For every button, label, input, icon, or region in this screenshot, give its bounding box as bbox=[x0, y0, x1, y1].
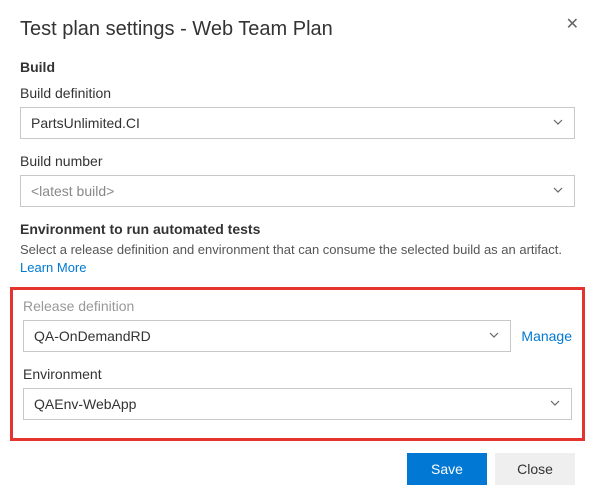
build-section-header: Build bbox=[20, 59, 575, 75]
environment-value: QAEnv-WebApp bbox=[34, 396, 136, 412]
dialog-title: Test plan settings - Web Team Plan bbox=[20, 18, 575, 41]
chevron-down-icon bbox=[552, 183, 564, 199]
build-number-value: <latest build> bbox=[31, 183, 114, 199]
environment-helper-text: Select a release definition and environm… bbox=[20, 241, 575, 277]
build-definition-value: PartsUnlimited.CI bbox=[31, 115, 140, 131]
build-number-dropdown[interactable]: <latest build> bbox=[20, 175, 575, 207]
environment-dropdown[interactable]: QAEnv-WebApp bbox=[23, 388, 572, 420]
chevron-down-icon bbox=[549, 396, 561, 412]
environment-field-label: Environment bbox=[23, 366, 572, 382]
build-number-label: Build number bbox=[20, 153, 575, 169]
dialog-button-row: Save Close bbox=[407, 453, 575, 485]
close-icon[interactable]: ✕ bbox=[566, 14, 579, 34]
manage-link[interactable]: Manage bbox=[521, 328, 572, 344]
chevron-down-icon bbox=[552, 115, 564, 131]
chevron-down-icon bbox=[488, 328, 500, 344]
release-definition-value: QA-OnDemandRD bbox=[34, 328, 151, 344]
learn-more-link[interactable]: Learn More bbox=[20, 260, 86, 275]
release-definition-label: Release definition bbox=[23, 298, 572, 314]
build-definition-label: Build definition bbox=[20, 85, 575, 101]
close-button[interactable]: Close bbox=[495, 453, 575, 485]
environment-section-header: Environment to run automated tests bbox=[20, 221, 575, 237]
release-definition-dropdown[interactable]: QA-OnDemandRD bbox=[23, 320, 511, 352]
build-definition-dropdown[interactable]: PartsUnlimited.CI bbox=[20, 107, 575, 139]
save-button[interactable]: Save bbox=[407, 453, 487, 485]
highlighted-environment-area: Release definition QA-OnDemandRD Manage … bbox=[10, 287, 585, 441]
